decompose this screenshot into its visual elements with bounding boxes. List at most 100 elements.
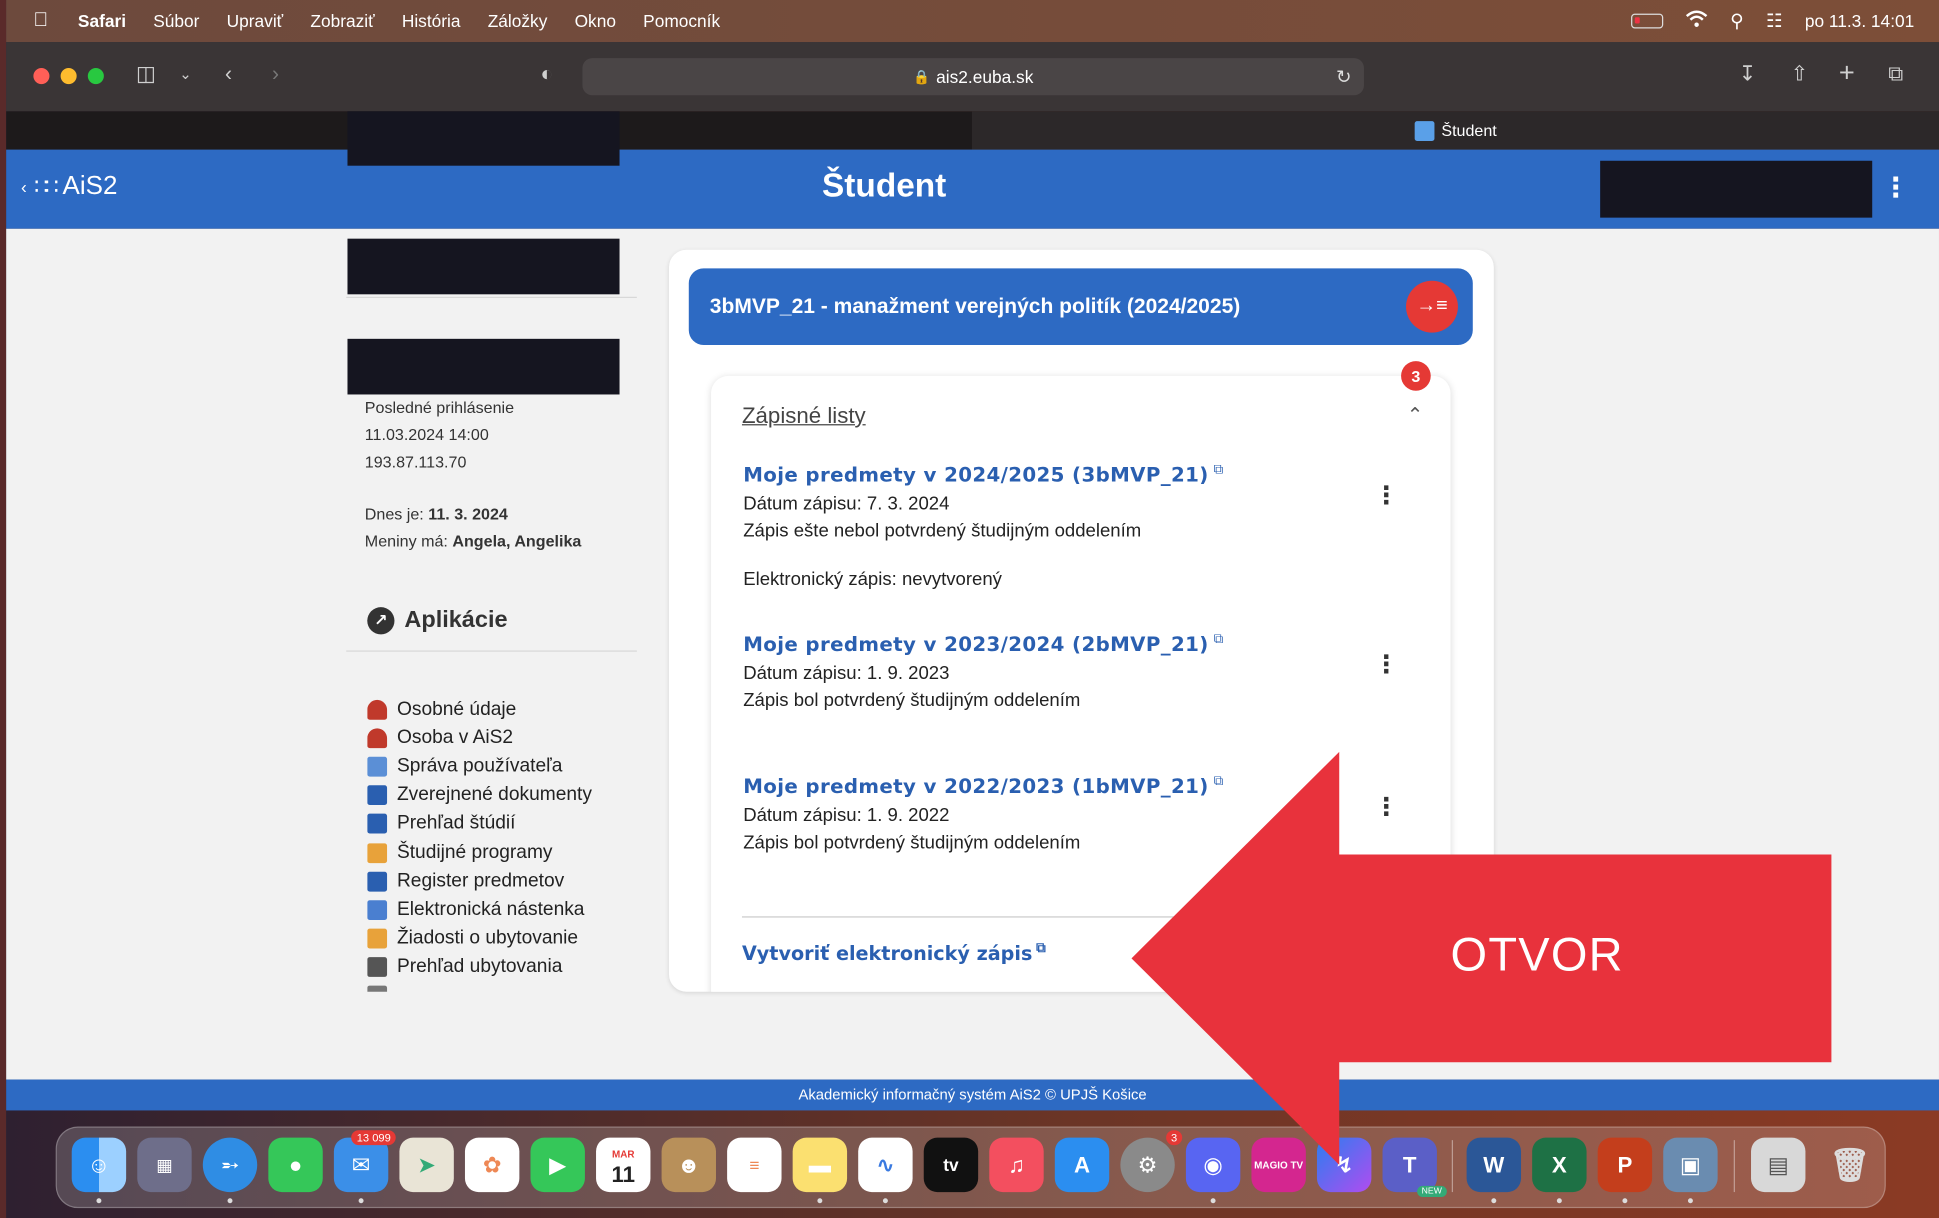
menu-app-name[interactable]: Safari bbox=[78, 11, 126, 31]
menu-item-help[interactable]: Pomocník bbox=[643, 11, 720, 31]
new-tab-icon[interactable]: + bbox=[1839, 57, 1855, 89]
notes-icon[interactable]: ▬ bbox=[792, 1137, 848, 1193]
app-item-published-docs[interactable]: Zverejnené dokumenty bbox=[367, 781, 592, 810]
app-item-personal-data[interactable]: Osobné údaje bbox=[367, 695, 592, 724]
reminders-icon[interactable]: ≡ bbox=[727, 1137, 782, 1193]
discord-icon[interactable]: ◉ bbox=[1185, 1137, 1241, 1193]
magio-tv-icon[interactable]: MAGIO TV bbox=[1251, 1137, 1306, 1193]
app-item-study-overview[interactable]: Prehľad štúdií bbox=[367, 810, 592, 839]
messenger-icon[interactable]: ↯ bbox=[1316, 1137, 1372, 1193]
share-icon[interactable]: ⇧ bbox=[1791, 62, 1809, 87]
study-program-bar[interactable]: 3bMVP_21 - manažment verejných politík (… bbox=[688, 268, 1473, 346]
section-title[interactable]: Zápisné listy bbox=[742, 403, 866, 429]
app-item-accommodation-requests[interactable]: Žiadosti o ubytovanie bbox=[367, 924, 592, 953]
apple-icon[interactable]:  bbox=[33, 10, 50, 32]
sidebar-toggle-icon[interactable]: ◫ bbox=[136, 62, 156, 87]
tab-bar: Študent bbox=[6, 111, 1939, 150]
finder-icon[interactable]: ☺ bbox=[71, 1137, 127, 1193]
enrollment-entry: Moje predmety v 2023/2024 (2bMVP_21) ⧉ Dá… bbox=[743, 632, 1411, 712]
minimize-window-button[interactable] bbox=[60, 68, 77, 85]
messages-icon[interactable]: ● bbox=[268, 1137, 323, 1193]
app-item-cut-off[interactable] bbox=[367, 982, 592, 992]
wifi-icon[interactable] bbox=[1685, 10, 1708, 32]
sidebar-dropdown-icon[interactable]: ⌄ bbox=[179, 66, 191, 83]
app-item-label: Prehľad ubytovania bbox=[396, 956, 563, 978]
study-program-title: 3bMVP_21 - manažment verejných politík (… bbox=[709, 294, 1241, 318]
create-link-text: Vytvoriť elektronický zápis bbox=[741, 942, 1033, 965]
nameday-value: Angela, Angelika bbox=[452, 531, 582, 551]
menu-item-edit[interactable]: Upraviť bbox=[227, 11, 284, 31]
running-indicator bbox=[817, 1198, 823, 1204]
board-icon bbox=[367, 900, 388, 920]
system-settings-icon[interactable]: ⚙ 3 bbox=[1120, 1130, 1183, 1193]
downloads-stack-icon[interactable]: ▤ bbox=[1751, 1137, 1806, 1193]
menu-bar-clock[interactable]: po 11.3. 14:01 bbox=[1805, 11, 1914, 31]
app-item-e-board[interactable]: Elektronická nástenka bbox=[367, 896, 592, 925]
photos-icon[interactable]: ✿ bbox=[464, 1137, 520, 1193]
address-bar[interactable]: 🔒 ais2.euba.sk ↻ bbox=[582, 58, 1364, 96]
menu-item-window[interactable]: Okno bbox=[575, 11, 616, 31]
enrollment-date: Dátum zápisu: 1. 9. 2023 bbox=[743, 663, 950, 685]
privacy-shield-icon[interactable]: ◐ bbox=[540, 62, 553, 87]
study-switch-button[interactable]: →≡ bbox=[1406, 280, 1458, 333]
teams-icon[interactable]: T NEW bbox=[1382, 1137, 1447, 1198]
enrollment-link[interactable]: Moje predmety v 2024/2025 (3bMVP_21) bbox=[743, 463, 1209, 486]
tab-overview-icon[interactable]: ⧉ bbox=[1888, 62, 1903, 87]
tab-student[interactable]: Študent bbox=[971, 111, 1939, 150]
maps-icon[interactable]: ➤ bbox=[399, 1137, 454, 1193]
collapse-chevron-icon[interactable]: ⌃ bbox=[1407, 403, 1424, 428]
app-item-user-management[interactable]: Správa používateľa bbox=[367, 752, 592, 781]
safari-icon[interactable]: ➵ bbox=[202, 1137, 258, 1193]
preview-icon[interactable]: ▣ bbox=[1663, 1137, 1718, 1193]
menu-item-bookmarks[interactable]: Záložky bbox=[488, 11, 548, 31]
menu-item-view[interactable]: Zobraziť bbox=[310, 11, 374, 31]
powerpoint-icon[interactable]: P bbox=[1597, 1137, 1653, 1193]
forward-icon[interactable]: › bbox=[272, 62, 279, 87]
spotlight-search-icon[interactable]: ⚲ bbox=[1730, 10, 1744, 32]
calendar-icon[interactable]: MAR 11 bbox=[596, 1137, 651, 1193]
divider bbox=[346, 650, 637, 652]
page-title: Študent bbox=[822, 166, 947, 205]
tab-label: Študent bbox=[1441, 121, 1497, 140]
last-login-ip: 193.87.113.70 bbox=[364, 452, 467, 472]
list-icon bbox=[367, 842, 388, 863]
contacts-icon[interactable]: ☻ bbox=[661, 1137, 716, 1193]
zoom-window-button[interactable] bbox=[87, 68, 104, 85]
menu-item-file[interactable]: Súbor bbox=[153, 11, 199, 31]
mail-icon[interactable]: ✉ 13 099 bbox=[333, 1130, 396, 1193]
trash-icon[interactable]: 🗑 bbox=[1823, 1138, 1877, 1192]
battery-icon[interactable] bbox=[1631, 13, 1664, 29]
excel-icon[interactable]: X bbox=[1532, 1137, 1587, 1193]
close-window-button[interactable] bbox=[33, 68, 50, 85]
apple-tv-icon[interactable]: tv bbox=[923, 1137, 979, 1193]
dock-separator bbox=[1733, 1140, 1735, 1193]
word-icon[interactable]: W bbox=[1466, 1137, 1522, 1193]
header-menu-icon[interactable]: ⋮ bbox=[1882, 172, 1909, 204]
entry-menu-icon[interactable]: ⋮ bbox=[1374, 480, 1399, 511]
freeform-icon[interactable]: ∿ bbox=[858, 1137, 913, 1193]
downloads-icon[interactable]: ↧ bbox=[1739, 62, 1757, 87]
menu-item-history[interactable]: História bbox=[402, 11, 461, 31]
annotation-text: OTVOR bbox=[1450, 929, 1624, 982]
facetime-icon[interactable]: ▶ bbox=[530, 1137, 585, 1193]
reload-icon[interactable]: ↻ bbox=[1336, 66, 1352, 88]
app-item-person-ais2[interactable]: Osoba v AiS2 bbox=[367, 724, 592, 753]
enrollment-electronic: Elektronický zápis: nevytvorený bbox=[743, 569, 1002, 591]
folder-icon bbox=[367, 871, 388, 892]
app-item-course-register[interactable]: Register predmetov bbox=[367, 867, 592, 896]
app-store-icon[interactable]: A bbox=[1054, 1137, 1110, 1193]
enrollment-link[interactable]: Moje predmety v 2022/2023 (1bMVP_21) bbox=[743, 775, 1209, 798]
app-item-study-programs[interactable]: Študijné programy bbox=[367, 838, 592, 867]
entry-menu-icon[interactable]: ⋮ bbox=[1374, 649, 1399, 680]
today-info: Dnes je: 11. 3. 2024 Meniny má: Angela, … bbox=[365, 501, 582, 555]
person-icon bbox=[367, 699, 388, 720]
control-center-icon[interactable]: ☷ bbox=[1766, 10, 1783, 32]
enrollment-link[interactable]: Moje predmety v 2023/2024 (2bMVP_21) bbox=[743, 632, 1209, 655]
create-electronic-enrollment-link[interactable]: Vytvoriť elektronický zápis ⧉ bbox=[742, 940, 1046, 965]
launchpad-icon[interactable]: ▦ bbox=[137, 1137, 192, 1193]
apps-heading: ↗ Aplikácie bbox=[367, 607, 508, 635]
back-icon[interactable]: ‹ bbox=[225, 62, 232, 87]
entry-menu-icon[interactable]: ⋮ bbox=[1374, 791, 1399, 822]
app-item-accommodation-overview[interactable]: Prehľad ubytovania bbox=[367, 953, 592, 982]
music-icon[interactable]: ♫ bbox=[989, 1137, 1044, 1193]
